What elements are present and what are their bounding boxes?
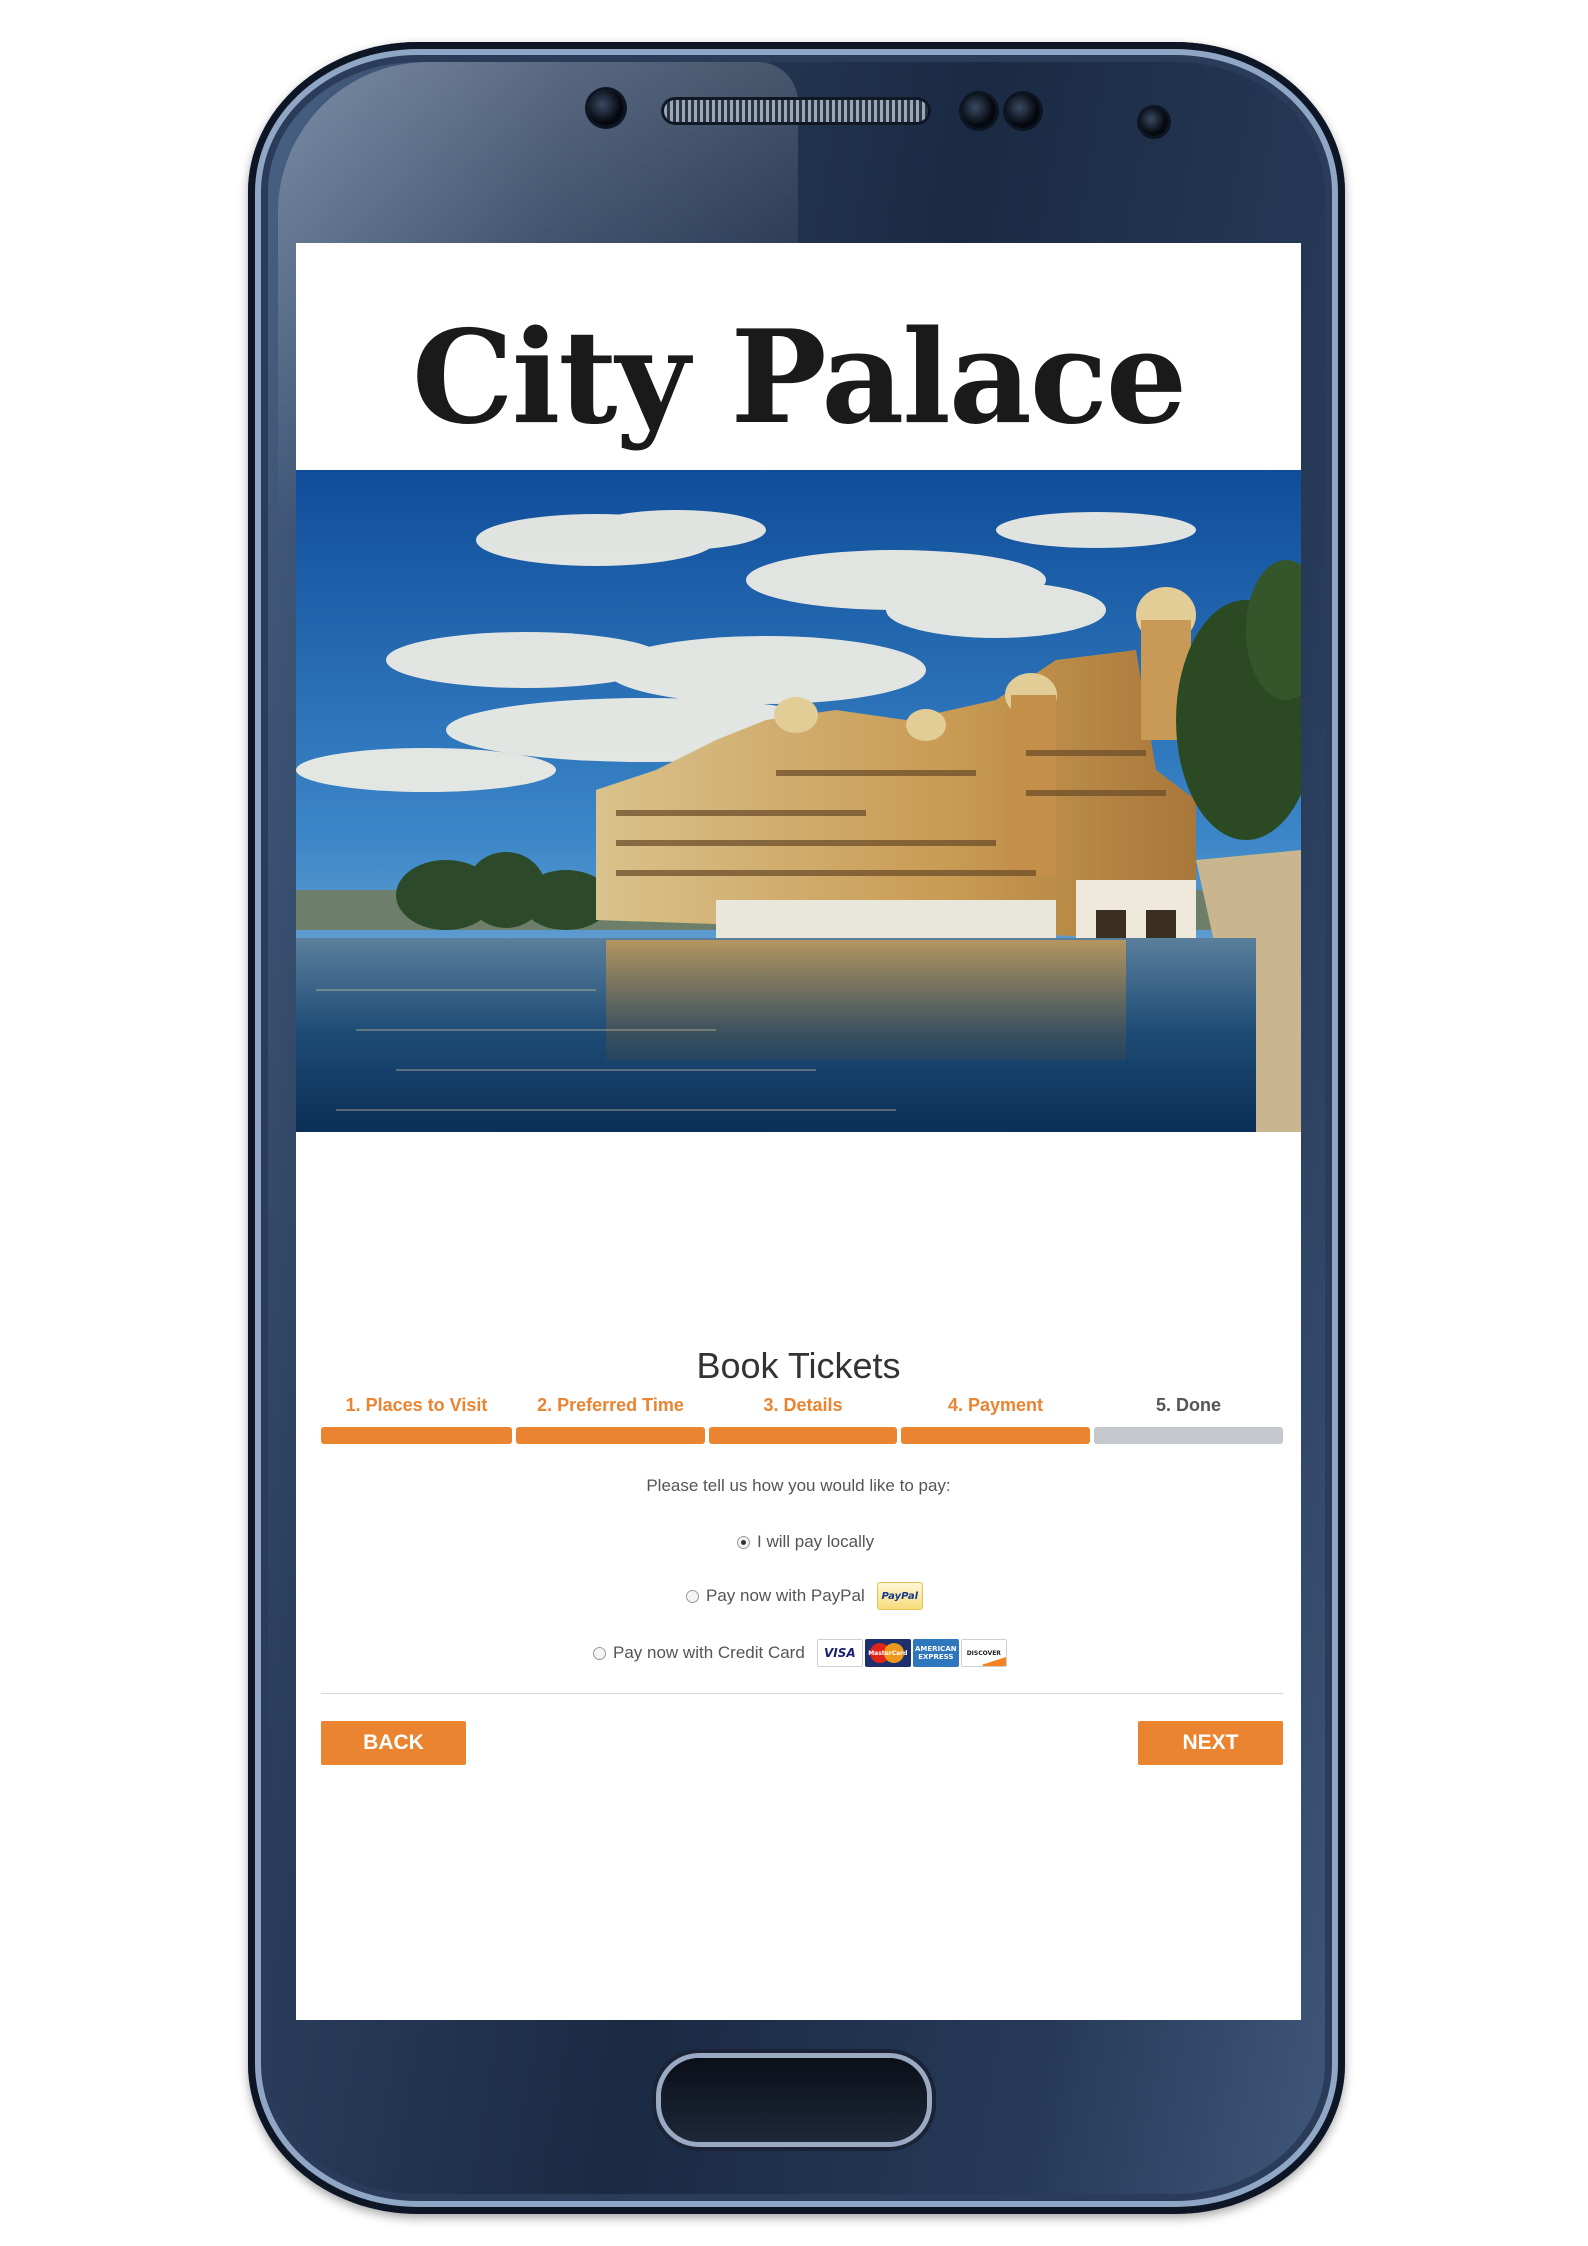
step-label: 2. Preferred Time	[537, 1395, 684, 1415]
paypal-logo-icon: PayPal	[876, 1582, 923, 1610]
phone-screen: City Palace Book Tickets 1. Places to Vi…	[296, 243, 1301, 2020]
booking-title: Book Tickets	[696, 1345, 901, 1386]
option-label: I will pay locally	[757, 1532, 875, 1551]
step-label: 5. Done	[1155, 1395, 1221, 1415]
radio-paypal[interactable]	[686, 1589, 699, 1603]
radio-credit-card[interactable]	[593, 1646, 606, 1660]
step-details[interactable]: 3. Details	[709, 1395, 897, 1445]
city-palace-photo	[296, 470, 1301, 1132]
booking-steps: 1. Places to Visit 2. Preferred Time 3. …	[321, 1395, 1283, 1445]
sensor-icon	[1140, 108, 1168, 136]
step-progress-bar	[516, 1427, 705, 1444]
light-sensor-icon	[1006, 94, 1040, 128]
step-progress-bar	[901, 1427, 1090, 1444]
step-label: 3. Details	[763, 1395, 843, 1415]
divider	[321, 1693, 1283, 1694]
step-places-to-visit[interactable]: 1. Places to Visit	[321, 1395, 512, 1445]
option-pay-locally[interactable]: I will pay locally	[737, 1532, 874, 1552]
step-label: 1. Places to Visit	[345, 1395, 488, 1415]
step-preferred-time[interactable]: 2. Preferred Time	[516, 1395, 705, 1445]
amex-logo-icon: AMERICAN EXPRESS	[912, 1639, 959, 1667]
radio-pay-locally[interactable]	[737, 1535, 750, 1549]
back-button[interactable]: BACK	[321, 1721, 466, 1765]
step-progress-bar	[321, 1427, 512, 1444]
option-label: Pay now with PayPal	[706, 1586, 865, 1605]
option-credit-card[interactable]: Pay now with Credit Card VISA MasterCard…	[593, 1639, 1009, 1667]
step-label: 4. Payment	[947, 1395, 1044, 1415]
payment-prompt: Please tell us how you would like to pay…	[646, 1476, 951, 1495]
discover-logo-icon: DISCOVER	[960, 1639, 1007, 1667]
step-payment[interactable]: 4. Payment	[901, 1395, 1090, 1445]
step-progress-bar	[1094, 1427, 1283, 1444]
proximity-sensor-icon	[962, 94, 996, 128]
home-button[interactable]	[661, 2058, 927, 2142]
earpiece-speaker	[664, 100, 928, 122]
page-title: City Palace	[411, 303, 1187, 453]
step-progress-bar	[709, 1427, 897, 1444]
option-paypal[interactable]: Pay now with PayPal PayPal	[686, 1582, 923, 1610]
step-done[interactable]: 5. Done	[1094, 1395, 1283, 1445]
next-button[interactable]: NEXT	[1138, 1721, 1283, 1765]
visa-logo-icon: VISA	[816, 1639, 863, 1667]
credit-card-logos: VISA MasterCard AMERICAN EXPRESS DISCOVE…	[816, 1639, 1009, 1667]
front-camera-icon	[588, 90, 624, 126]
option-label: Pay now with Credit Card	[613, 1643, 805, 1662]
mastercard-logo-icon: MasterCard	[864, 1639, 911, 1667]
